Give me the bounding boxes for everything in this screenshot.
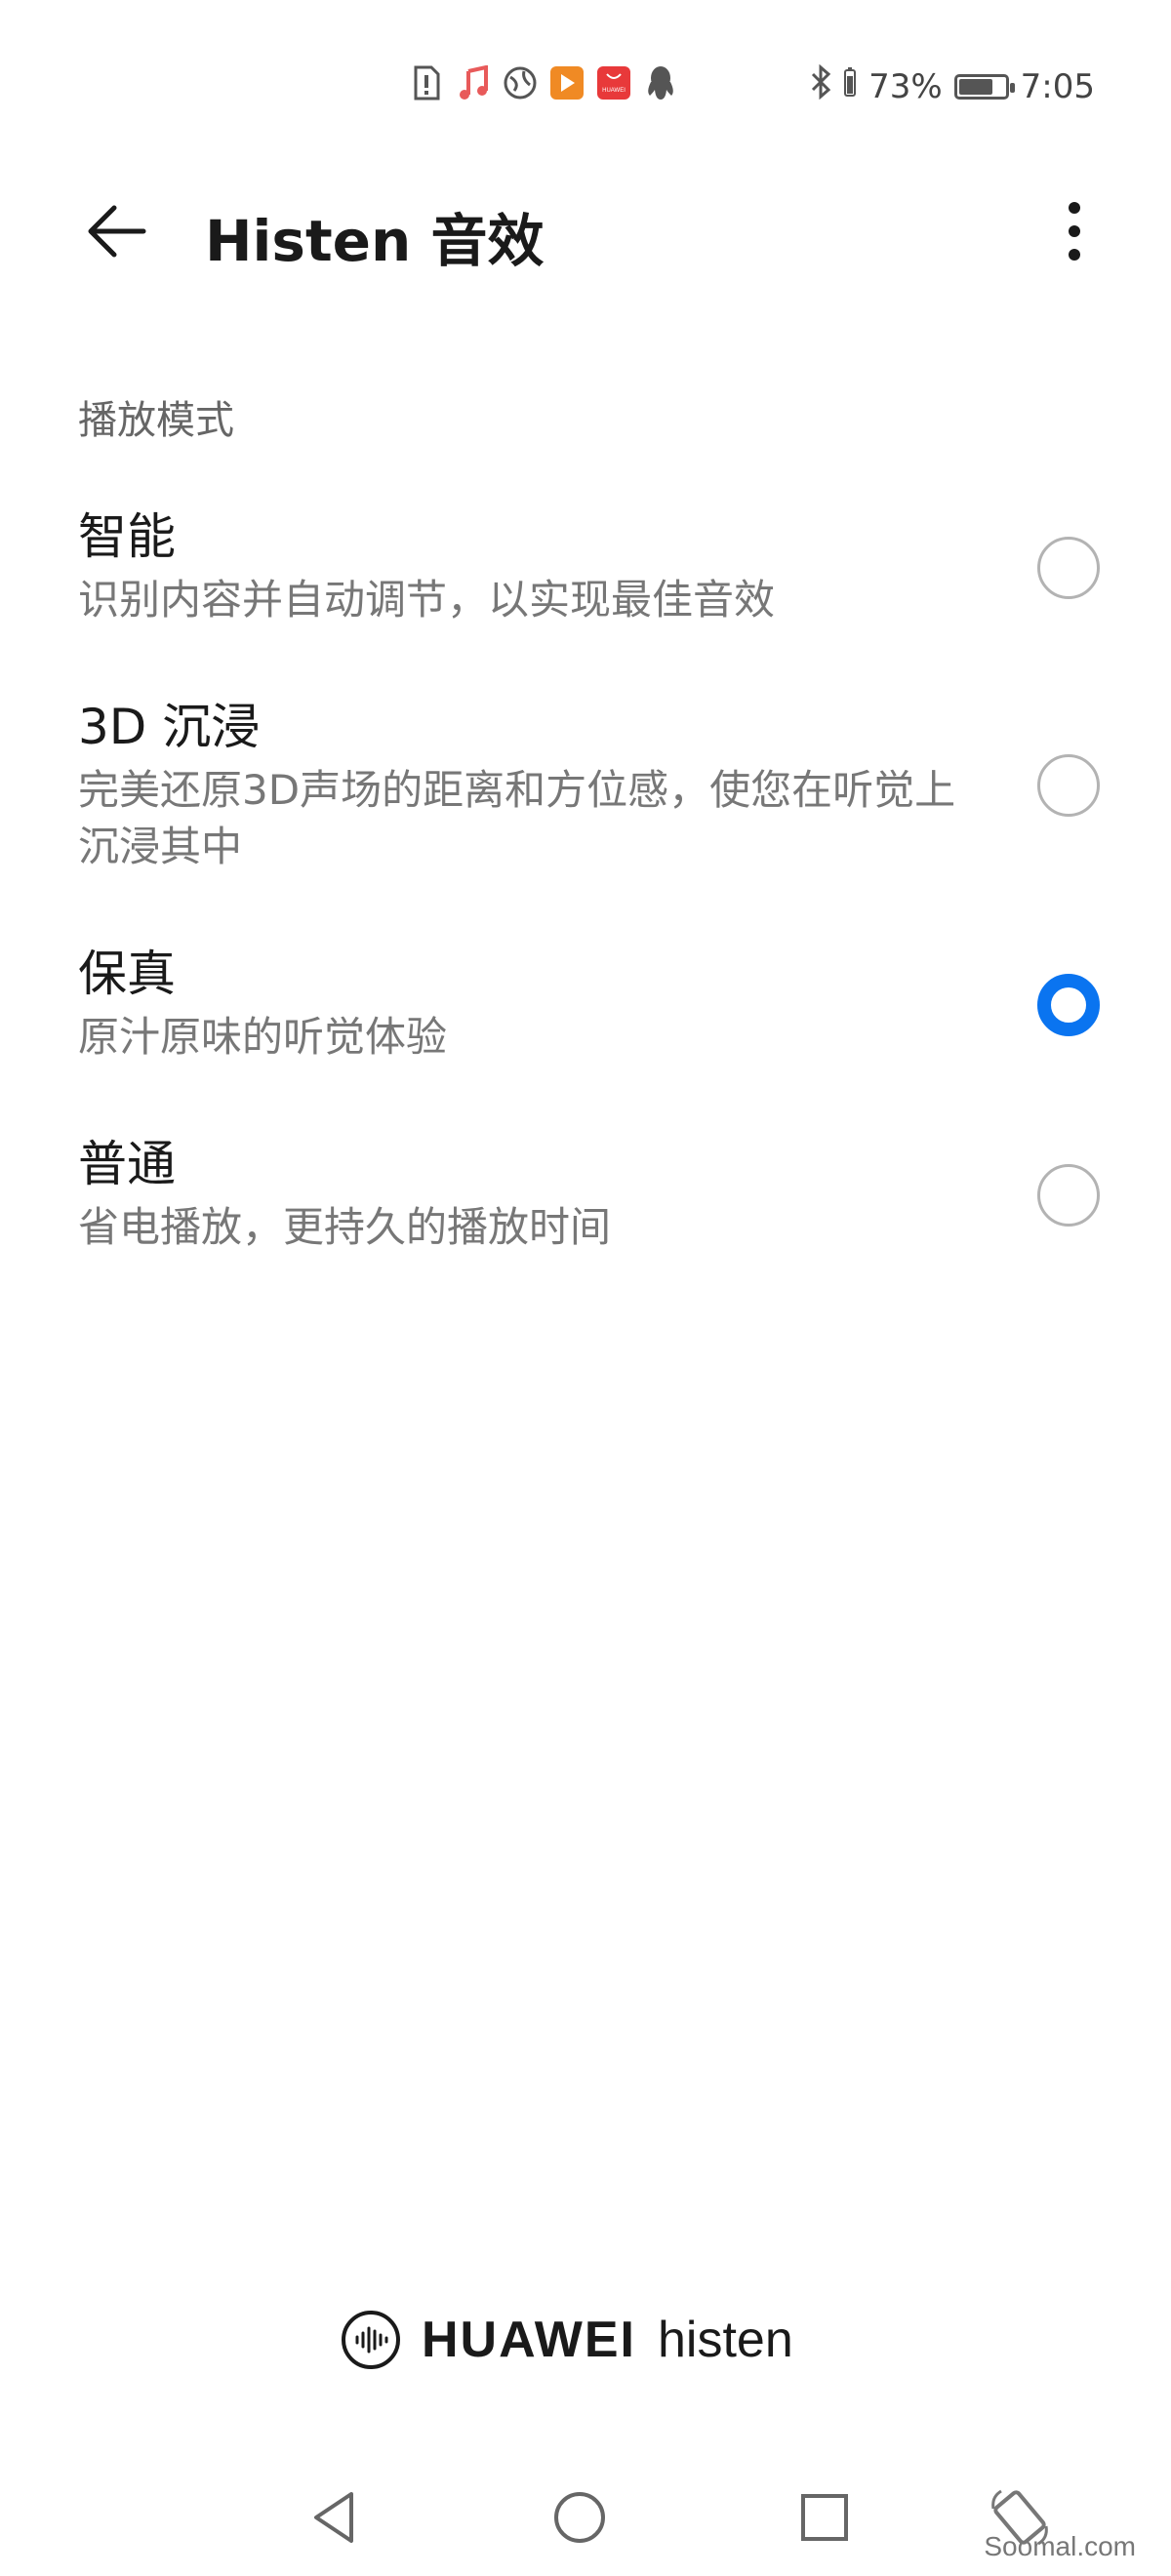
option-description: 识别内容并自动调节，以实现最佳音效 bbox=[78, 576, 776, 624]
huawei-histen-logo: HUAWEI histen bbox=[342, 2311, 793, 2369]
option-description: 省电播放，更持久的播放时间 bbox=[78, 1203, 612, 1251]
clock: 7:05 bbox=[1020, 66, 1095, 106]
option-title: 3D 沉浸 bbox=[78, 699, 261, 755]
vpn-icon bbox=[502, 64, 539, 101]
radio-button[interactable] bbox=[1037, 974, 1100, 1036]
music-icon bbox=[455, 64, 492, 101]
back-button[interactable] bbox=[72, 187, 160, 275]
video-icon bbox=[548, 64, 586, 101]
option-description: 原汁原味的听觉体验 bbox=[78, 1013, 448, 1061]
qq-icon bbox=[642, 64, 679, 101]
more-options-button[interactable] bbox=[1040, 187, 1109, 275]
option-3d-immersive[interactable]: 3D 沉浸 完美还原3D声场的距离和方位感，使您在听觉上沉浸其中 bbox=[0, 688, 1171, 898]
nav-back-icon bbox=[314, 2492, 353, 2543]
battery-small-icon bbox=[843, 66, 857, 106]
svg-text:HUAWEI: HUAWEI bbox=[602, 88, 626, 94]
option-smart[interactable]: 智能 识别内容并自动调节，以实现最佳音效 bbox=[0, 498, 1171, 654]
option-hifi[interactable]: 保真 原汁原味的听觉体验 bbox=[0, 935, 1171, 1091]
radio-button[interactable] bbox=[1037, 1164, 1100, 1227]
brand-name: HUAWEI bbox=[422, 2312, 636, 2368]
notification-icons: HUAWEI bbox=[408, 64, 679, 101]
watermark: Soomal.com bbox=[984, 2531, 1136, 2561]
nav-back-button[interactable] bbox=[297, 2478, 375, 2556]
back-arrow-icon bbox=[88, 205, 146, 258]
navigation-bar: Soomal.com bbox=[0, 2459, 1171, 2576]
radio-button[interactable] bbox=[1037, 537, 1100, 599]
page-title: Histen 音效 bbox=[205, 208, 545, 274]
more-vertical-icon bbox=[1069, 202, 1080, 261]
nav-recents-icon bbox=[801, 2494, 848, 2541]
histen-wave-icon bbox=[342, 2311, 400, 2369]
option-description: 完美还原3D声场的距离和方位感，使您在听觉上沉浸其中 bbox=[78, 766, 956, 870]
bluetooth-icon bbox=[810, 63, 831, 108]
battery-icon bbox=[953, 73, 1015, 100]
option-title: 保真 bbox=[78, 946, 176, 1002]
nav-home-button[interactable] bbox=[541, 2478, 619, 2556]
battery-percent: 73% bbox=[868, 66, 943, 106]
option-title: 普通 bbox=[78, 1136, 176, 1192]
radio-button[interactable] bbox=[1037, 754, 1100, 817]
section-title: 播放模式 bbox=[78, 398, 234, 443]
brand-sub: histen bbox=[658, 2312, 793, 2368]
nav-home-icon bbox=[554, 2492, 605, 2543]
huawei-store-icon: HUAWEI bbox=[595, 64, 632, 101]
nav-recents-button[interactable] bbox=[786, 2478, 864, 2556]
option-normal[interactable]: 普通 省电播放，更持久的播放时间 bbox=[0, 1125, 1171, 1281]
status-right: 73% 7:05 bbox=[810, 63, 1095, 108]
status-bar: HUAWEI 73% 7:05 bbox=[0, 0, 1171, 166]
option-title: 智能 bbox=[78, 508, 176, 565]
battery-fill bbox=[958, 78, 992, 95]
app-header: Histen 音效 bbox=[0, 166, 1171, 293]
sim-alert-icon bbox=[408, 64, 445, 101]
